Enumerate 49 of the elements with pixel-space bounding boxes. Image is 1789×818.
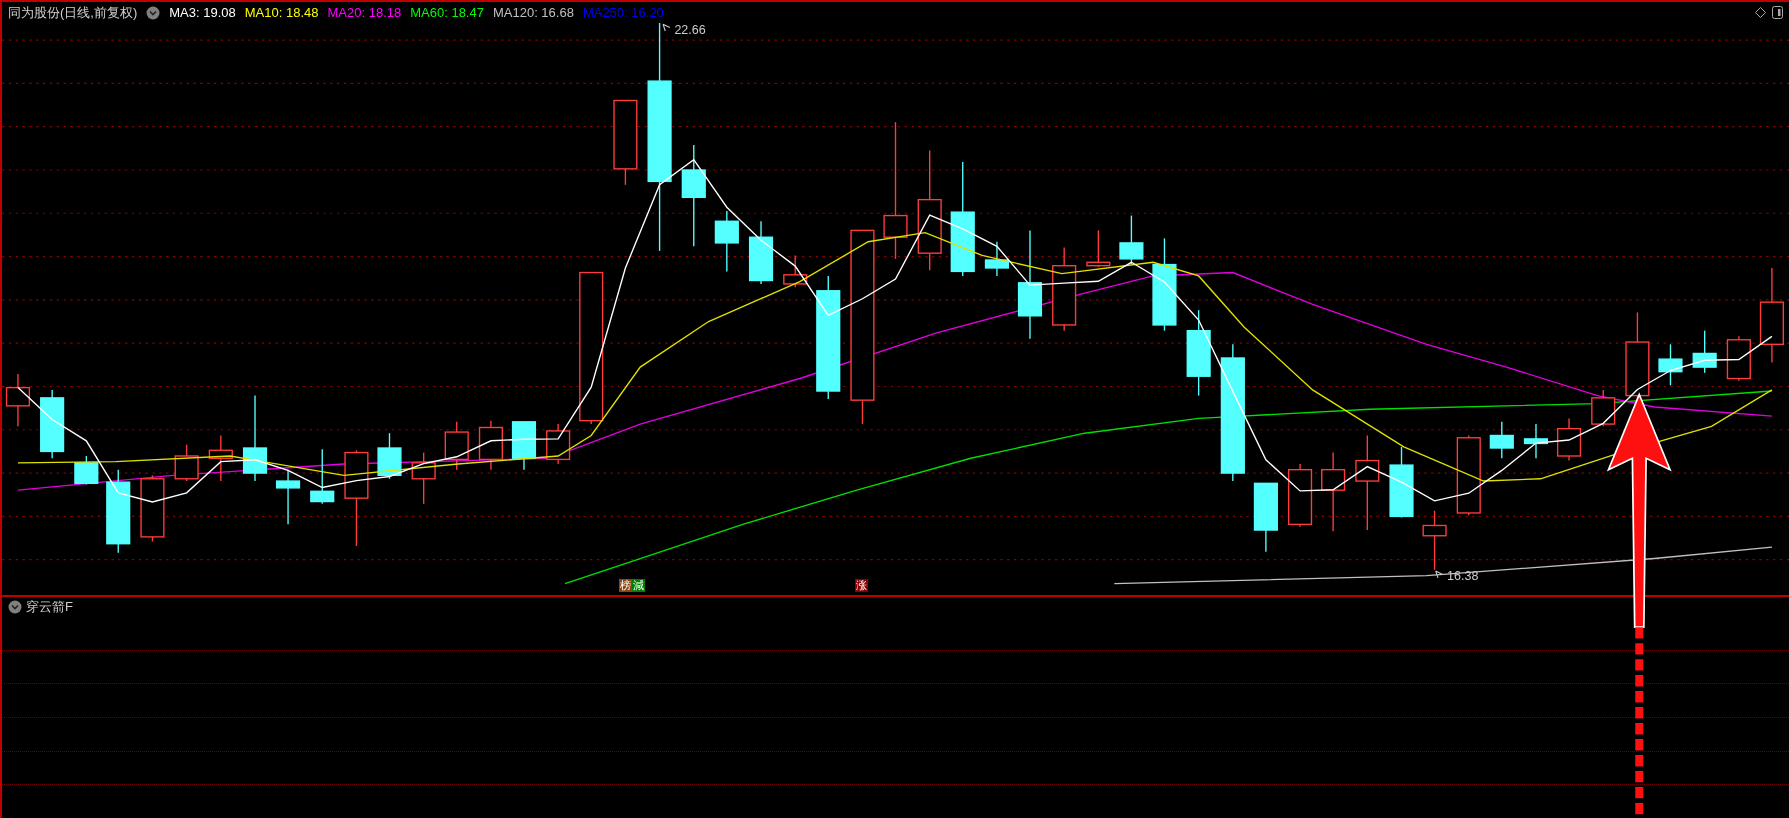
candlestick [714,210,739,273]
dropdown-icon[interactable] [8,600,22,614]
candlestick [1591,389,1616,428]
candlestick [1422,510,1447,571]
candlestick [1489,421,1514,459]
high-price-label: 22.66 [674,23,706,38]
chart-title: 同为股份(日线,前复权) [8,6,138,19]
indicator-title: 穿云箭F [26,598,73,617]
candlestick [5,373,31,428]
candlestick [478,420,503,471]
candlestick [1658,343,1683,387]
candlestick [783,254,808,289]
signal-tag: 減 [632,579,645,592]
candlestick [984,241,1009,277]
dropdown-icon[interactable] [146,5,161,20]
candlestick [1523,423,1549,459]
moving-average-value: MA250: 16.20 [582,6,664,19]
panel-toggle-icon[interactable] [1772,6,1783,19]
candlestick [444,421,469,471]
moving-average-value: MA10: 18.48 [244,6,319,19]
moving-average-value: MA60: 18.47 [410,6,484,19]
candlestick [310,448,335,505]
candlestick [1253,482,1278,553]
low-price-label: 16.38 [1447,569,1479,584]
candlestick [275,468,301,526]
candlestick [511,421,537,471]
signal-tag: 榜 [619,579,632,592]
candlestick [208,434,233,482]
pointer-icon [662,23,671,32]
candlestick [140,474,165,543]
candlestick [1288,463,1313,528]
candlestick [546,423,571,465]
candlestick [1556,417,1582,462]
moving-average-value: MA3: 19.08 [169,6,236,19]
diamond-icon[interactable] [1755,7,1766,18]
candlestick [174,443,199,482]
moving-average-value: MA120: 16.68 [492,6,574,19]
candlestick [1119,214,1144,266]
signal-tag: 涨 [855,579,868,592]
candlestick [1726,335,1751,382]
moving-average-value: MA20: 18.18 [327,6,402,19]
candlestick [1692,329,1717,374]
candlestick [748,220,774,285]
candlestick [40,389,65,459]
candlestick [377,432,402,480]
candlestick [411,451,436,505]
candlestick [74,455,99,486]
pointer-icon [1435,570,1444,579]
candlestick [1086,229,1111,268]
